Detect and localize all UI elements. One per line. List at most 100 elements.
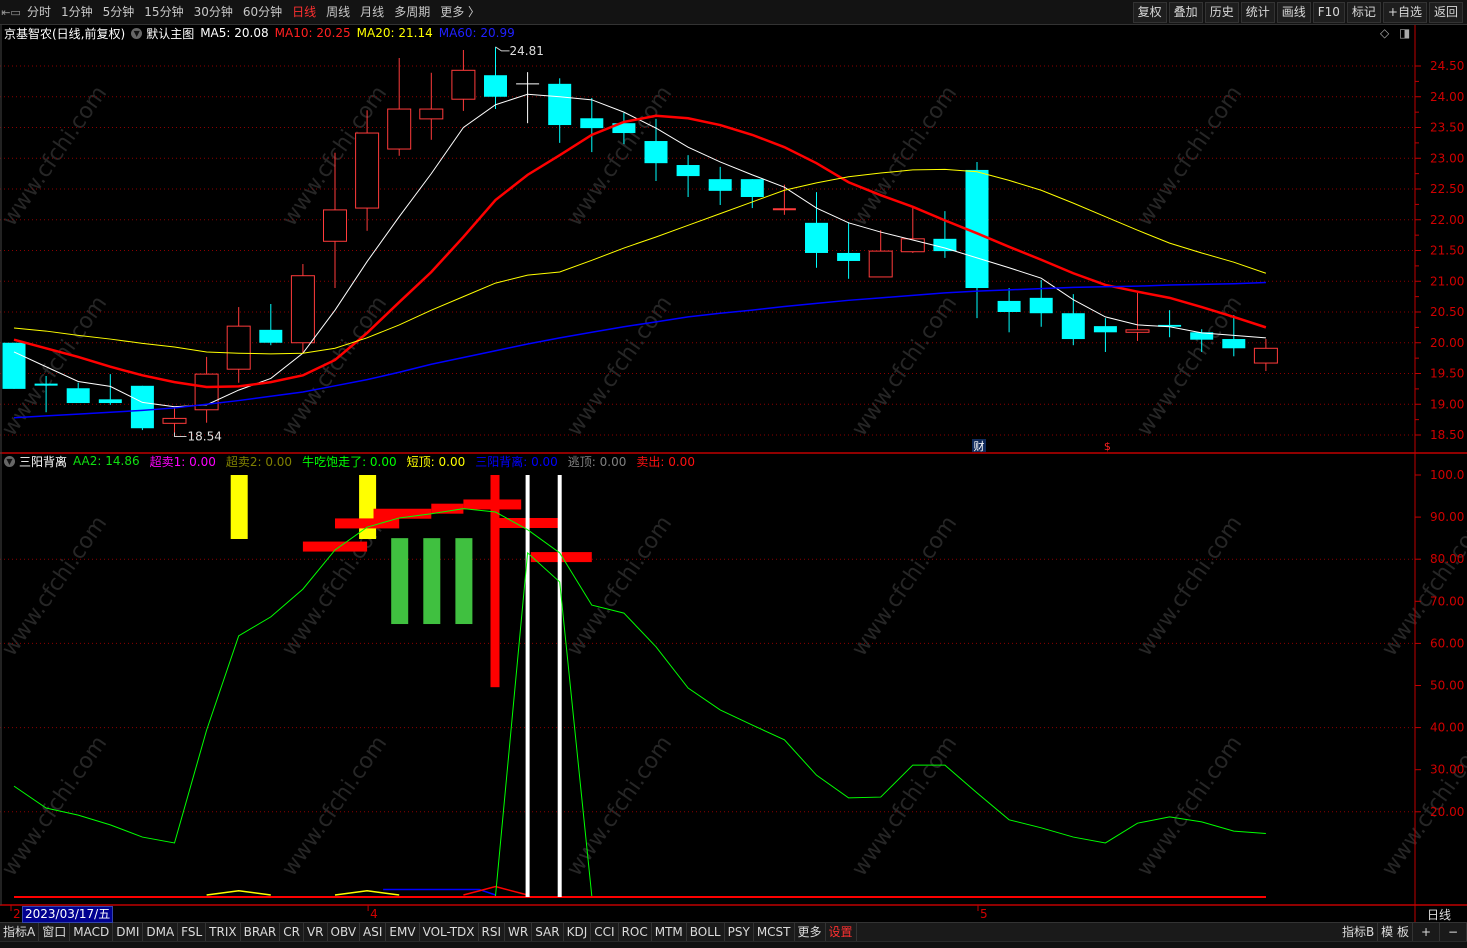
chevron-down-icon[interactable]: ▼ <box>131 27 143 39</box>
short-top-bar <box>359 475 377 539</box>
candle-down <box>580 118 604 129</box>
indicator-tick-label: 70.00 <box>1430 594 1464 608</box>
candle-up <box>162 417 187 424</box>
financial-report-marker: 财 <box>974 439 985 453</box>
indicator-tab-13[interactable]: VOL-TDX <box>420 923 479 942</box>
indicator-tab-4[interactable]: DMA <box>143 923 179 942</box>
candle-up <box>900 238 925 253</box>
indicator-value-2: 超卖2: 0.00 <box>225 454 293 469</box>
bottom-right-button-2[interactable]: + <box>1413 923 1440 942</box>
candle-up <box>387 108 412 150</box>
template-selector[interactable]: 默认主图 <box>146 25 194 42</box>
ma10-value: MA10: 20.25 <box>274 26 351 40</box>
indicator-tab-6[interactable]: TRIX <box>206 923 241 942</box>
ma60-value: MA60: 20.99 <box>438 26 515 40</box>
toolbar-button-4[interactable]: 画线 <box>1276 2 1311 23</box>
price-tick-label: 20.00 <box>1430 336 1464 350</box>
candle-up <box>1253 347 1278 364</box>
indicator-tick-label: 20.00 <box>1430 805 1464 819</box>
candle-up <box>868 250 893 278</box>
indicator-tab-10[interactable]: OBV <box>328 923 361 942</box>
chart-canvas[interactable]: www.cfchi.com www.cfchi.com www.cfchi.com w… <box>0 0 1467 947</box>
period-tab-8[interactable]: 月线 <box>355 0 389 24</box>
escape-top-line <box>557 475 562 897</box>
indicator-tab-1[interactable]: 窗口 <box>39 923 71 942</box>
toolbar-button-3[interactable]: 统计 <box>1240 2 1275 23</box>
candle-down <box>644 141 668 164</box>
watermark-text: www.cfchi.com <box>0 732 112 881</box>
watermark-text: www.cfchi.com <box>562 292 677 441</box>
period-tab-1[interactable]: 1分钟 <box>56 0 98 24</box>
period-tab-0[interactable]: 分时 <box>22 0 56 24</box>
toolbar-button-8[interactable]: 返回 <box>1428 2 1463 23</box>
indicator-tab-16[interactable]: SAR <box>532 923 564 942</box>
panel-toggle-icon[interactable]: ⇤▭ <box>0 0 22 24</box>
indicator-tab-24[interactable]: 更多 <box>795 923 826 942</box>
indicator-tab-3[interactable]: DMI <box>113 923 144 942</box>
period-tab-7[interactable]: 周线 <box>321 0 355 24</box>
period-label: 日线 <box>1427 908 1452 922</box>
watermark-text: www.cfchi.com <box>0 512 112 661</box>
short-top-bar <box>230 475 248 539</box>
toolbar-button-0[interactable]: 复权 <box>1132 2 1167 23</box>
indicator-tab-22[interactable]: PSY <box>725 923 754 942</box>
indicator-tick-label: 50.00 <box>1430 679 1464 693</box>
indicator-tick-label: 40.00 <box>1430 721 1464 735</box>
period-tab-5[interactable]: 60分钟 <box>238 0 287 24</box>
indicator-tab-12[interactable]: EMV <box>386 923 420 942</box>
toolbar-button-6[interactable]: 标记 <box>1346 2 1381 23</box>
period-tab-6[interactable]: 日线 <box>287 0 321 24</box>
indicator-tab-2[interactable]: MACD <box>70 923 114 942</box>
period-tab-2[interactable]: 5分钟 <box>98 0 140 24</box>
watermark-text: www.cfchi.com <box>847 512 962 661</box>
indicator-value-3: 牛吃饱走了: 0.00 <box>302 454 397 469</box>
price-tick-label: 23.00 <box>1430 151 1464 165</box>
indicator-value-5: 三阳背离: 0.00 <box>475 454 558 469</box>
indicator-tab-7[interactable]: BRAR <box>241 923 281 942</box>
indicator-tab-19[interactable]: ROC <box>619 923 652 942</box>
indicator-tab-20[interactable]: MTM <box>652 923 687 942</box>
indicator-tab-15[interactable]: WR <box>505 923 533 942</box>
indicator-tab-14[interactable]: RSI <box>479 923 506 942</box>
indicator-tab-8[interactable]: CR <box>280 923 304 942</box>
window-toggle-icon[interactable]: ◨ <box>1399 26 1410 40</box>
three-yang-bar <box>391 538 409 625</box>
indicator-tab-5[interactable]: FSL <box>178 923 207 942</box>
minor-signal-line <box>334 890 400 896</box>
cursor-date: 2023/03/17/五 <box>22 906 114 923</box>
candle-up <box>226 325 251 370</box>
indicator-tick-label: 100.0 <box>1430 468 1464 482</box>
indicator-tab-18[interactable]: CCI <box>591 923 619 942</box>
toolbar-button-7[interactable]: +自选 <box>1382 2 1427 23</box>
bottom-right-button-1[interactable]: 模 板 <box>1378 923 1413 942</box>
diamond-icon[interactable]: ◇ <box>1380 26 1389 40</box>
period-tab-4[interactable]: 30分钟 <box>189 0 238 24</box>
indicator-tick-label: 80.00 <box>1430 552 1464 566</box>
candle-down <box>66 388 90 404</box>
dividend-marker: $ <box>1104 440 1111 453</box>
indicator-tab-17[interactable]: KDJ <box>564 923 592 942</box>
indicator-tab-0[interactable]: 指标A <box>0 923 40 942</box>
period-tab-9[interactable]: 多周期 <box>389 0 435 24</box>
indicator-tab-9[interactable]: VR <box>304 923 328 942</box>
toolbar-button-5[interactable]: F10 <box>1312 2 1345 23</box>
high-price-label: 24.81 <box>510 44 544 58</box>
bottom-right-button-3[interactable]: − <box>1440 923 1467 942</box>
price-tick-label: 22.50 <box>1430 182 1464 196</box>
candle-down <box>1222 339 1246 349</box>
stock-title: 京基智农(日线,前复权) <box>4 26 126 41</box>
indicator-tab-23[interactable]: MCST <box>754 923 795 942</box>
indicator-tab-21[interactable]: BOLL <box>687 923 725 942</box>
ma5-value: MA5: 20.08 <box>200 26 269 40</box>
indicator-tab-25[interactable]: 设置 <box>826 923 857 942</box>
indicator-value-1: 超卖1: 0.00 <box>149 454 216 469</box>
indicator-tab-11[interactable]: ASI <box>360 923 387 942</box>
period-tab-10[interactable]: 更多 〉 <box>435 0 485 24</box>
indicator-name[interactable]: 三阳背离 <box>19 453 67 470</box>
toolbar-button-1[interactable]: 叠加 <box>1168 2 1203 23</box>
period-tab-3[interactable]: 15分钟 <box>139 0 188 24</box>
chevron-down-icon[interactable]: ▼ <box>4 455 15 467</box>
toolbar-button-2[interactable]: 历史 <box>1204 2 1239 23</box>
bottom-right-button-0[interactable]: 指标B <box>1339 923 1379 942</box>
candle-up <box>290 275 315 344</box>
